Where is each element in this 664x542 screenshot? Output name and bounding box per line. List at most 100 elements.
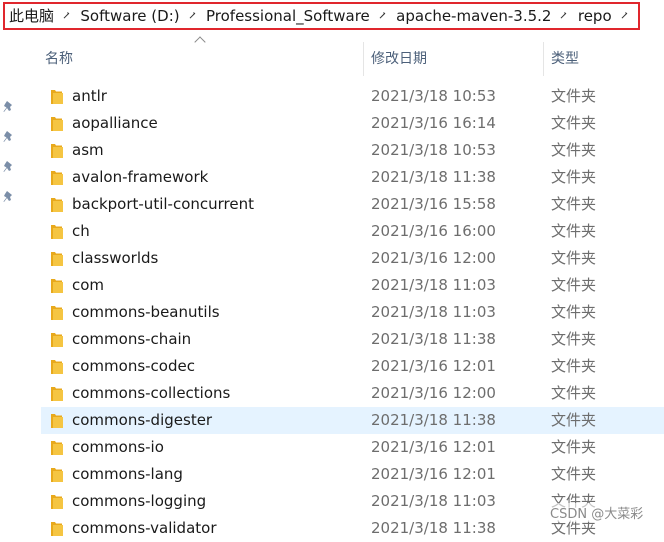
file-type: 文件夹 [551,438,597,456]
file-name[interactable]: backport-util-concurrent [72,195,254,214]
folder-icon [51,306,63,320]
folder-icon [51,225,63,239]
breadcrumb-repo[interactable]: repo [578,4,612,28]
file-name[interactable]: commons-digester [72,411,212,430]
folder-icon [51,441,63,455]
file-type: 文件夹 [551,114,597,132]
folder-icon [51,360,63,374]
file-modified-date: 2021/3/18 11:38 [371,168,496,186]
file-modified-date: 2021/3/18 11:38 [371,411,496,429]
file-modified-date: 2021/3/16 12:01 [371,465,496,483]
chevron-right-icon[interactable] [560,11,567,19]
file-type: 文件夹 [551,276,597,294]
file-name[interactable]: ch [72,222,90,241]
file-name[interactable]: commons-chain [72,330,191,349]
file-row[interactable]: commons-chain 2021/3/18 11:38 文件夹 [0,326,664,353]
column-header-date[interactable]: 修改日期 [371,50,427,68]
file-modified-date: 2021/3/18 11:03 [371,303,496,321]
file-modified-date: 2021/3/16 16:00 [371,222,496,240]
sort-ascending-icon [194,36,206,48]
file-name[interactable]: avalon-framework [72,168,208,187]
folder-icon [51,468,63,482]
file-modified-date: 2021/3/16 12:00 [371,384,496,402]
folder-icon [51,279,63,293]
file-name[interactable]: commons-beanutils [72,303,220,322]
column-header-bar: 名称 修改日期 类型 [20,34,664,80]
file-row[interactable]: avalon-framework 2021/3/18 11:38 文件夹 [0,164,664,191]
file-name[interactable]: aopalliance [72,114,158,133]
file-modified-date: 2021/3/18 11:38 [371,519,496,537]
breadcrumb-software-drive[interactable]: Software (D:) [80,4,179,28]
folder-icon [51,387,63,401]
folder-icon [51,333,63,347]
file-modified-date: 2021/3/16 15:58 [371,195,496,213]
file-row[interactable]: commons-io 2021/3/16 12:01 文件夹 [0,434,664,461]
file-type: 文件夹 [551,87,597,105]
column-header-name[interactable]: 名称 [45,50,73,68]
folder-icon [51,522,63,536]
file-modified-date: 2021/3/18 10:53 [371,141,496,159]
file-modified-date: 2021/3/18 10:53 [371,87,496,105]
breadcrumb-this-pc[interactable]: 此电脑 [9,4,54,28]
file-modified-date: 2021/3/16 12:00 [371,249,496,267]
file-modified-date: 2021/3/18 11:03 [371,492,496,510]
file-name[interactable]: commons-io [72,438,164,457]
folder-icon [51,144,63,158]
folder-icon [51,90,63,104]
column-divider[interactable] [543,42,544,76]
file-modified-date: 2021/3/18 11:03 [371,276,496,294]
file-name[interactable]: classworlds [72,249,158,268]
file-type: 文件夹 [551,249,597,267]
file-type: 文件夹 [551,195,597,213]
file-row[interactable]: aopalliance 2021/3/16 16:14 文件夹 [0,110,664,137]
file-modified-date: 2021/3/16 16:14 [371,114,496,132]
chevron-right-icon[interactable] [188,11,196,19]
file-row[interactable]: commons-codec 2021/3/16 12:01 文件夹 [0,353,664,380]
breadcrumb-professional-software[interactable]: Professional_Software [206,4,370,28]
file-row[interactable]: commons-beanutils 2021/3/18 11:03 文件夹 [0,299,664,326]
file-modified-date: 2021/3/16 12:01 [371,357,496,375]
file-type: 文件夹 [551,168,597,186]
file-type: 文件夹 [551,330,597,348]
file-type: 文件夹 [551,141,597,159]
file-row[interactable]: commons-lang 2021/3/16 12:01 文件夹 [0,461,664,488]
file-type: 文件夹 [551,465,597,483]
file-row[interactable]: commons-collections 2021/3/16 12:00 文件夹 [0,380,664,407]
folder-icon [51,252,63,266]
file-name[interactable]: antlr [72,87,107,106]
file-row[interactable]: backport-util-concurrent 2021/3/16 15:58 文… [0,191,664,218]
column-header-type[interactable]: 类型 [551,50,579,68]
watermark: CSDN @大菜彩 [550,503,644,522]
file-row[interactable]: commons-digester 2021/3/18 11:38 文件夹 [0,407,664,434]
folder-icon [51,414,63,428]
file-name[interactable]: asm [72,141,104,160]
file-name[interactable]: commons-logging [72,492,206,511]
file-row[interactable]: asm 2021/3/18 10:53 文件夹 [0,137,664,164]
file-name[interactable]: com [72,276,104,295]
file-name[interactable]: commons-codec [72,357,195,376]
file-type: 文件夹 [551,222,597,240]
folder-icon [51,171,63,185]
file-name[interactable]: commons-lang [72,465,183,484]
file-row[interactable]: com 2021/3/18 11:03 文件夹 [0,272,664,299]
address-bar[interactable]: 此电脑 Software (D:) Professional_Software … [3,2,640,30]
file-row[interactable]: classworlds 2021/3/16 12:00 文件夹 [0,245,664,272]
file-name[interactable]: commons-collections [72,384,230,403]
file-type: 文件夹 [551,303,597,321]
file-type: 文件夹 [551,384,597,402]
file-row[interactable]: antlr 2021/3/18 10:53 文件夹 [0,83,664,110]
folder-icon [51,117,63,131]
file-list: antlr 2021/3/18 10:53 文件夹 aopalliance 2021/3… [0,83,664,542]
folder-icon [51,495,63,509]
column-divider[interactable] [363,42,364,76]
file-modified-date: 2021/3/16 12:01 [371,438,496,456]
file-modified-date: 2021/3/18 11:38 [371,330,496,348]
file-row[interactable]: ch 2021/3/16 16:00 文件夹 [0,218,664,245]
file-type: 文件夹 [551,411,597,429]
file-type: 文件夹 [551,357,597,375]
chevron-right-icon[interactable] [620,11,628,19]
chevron-right-icon[interactable] [378,11,386,19]
file-name[interactable]: commons-validator [72,519,217,538]
chevron-right-icon[interactable] [62,11,70,19]
breadcrumb-apache-maven[interactable]: apache-maven-3.5.2 [396,4,551,28]
